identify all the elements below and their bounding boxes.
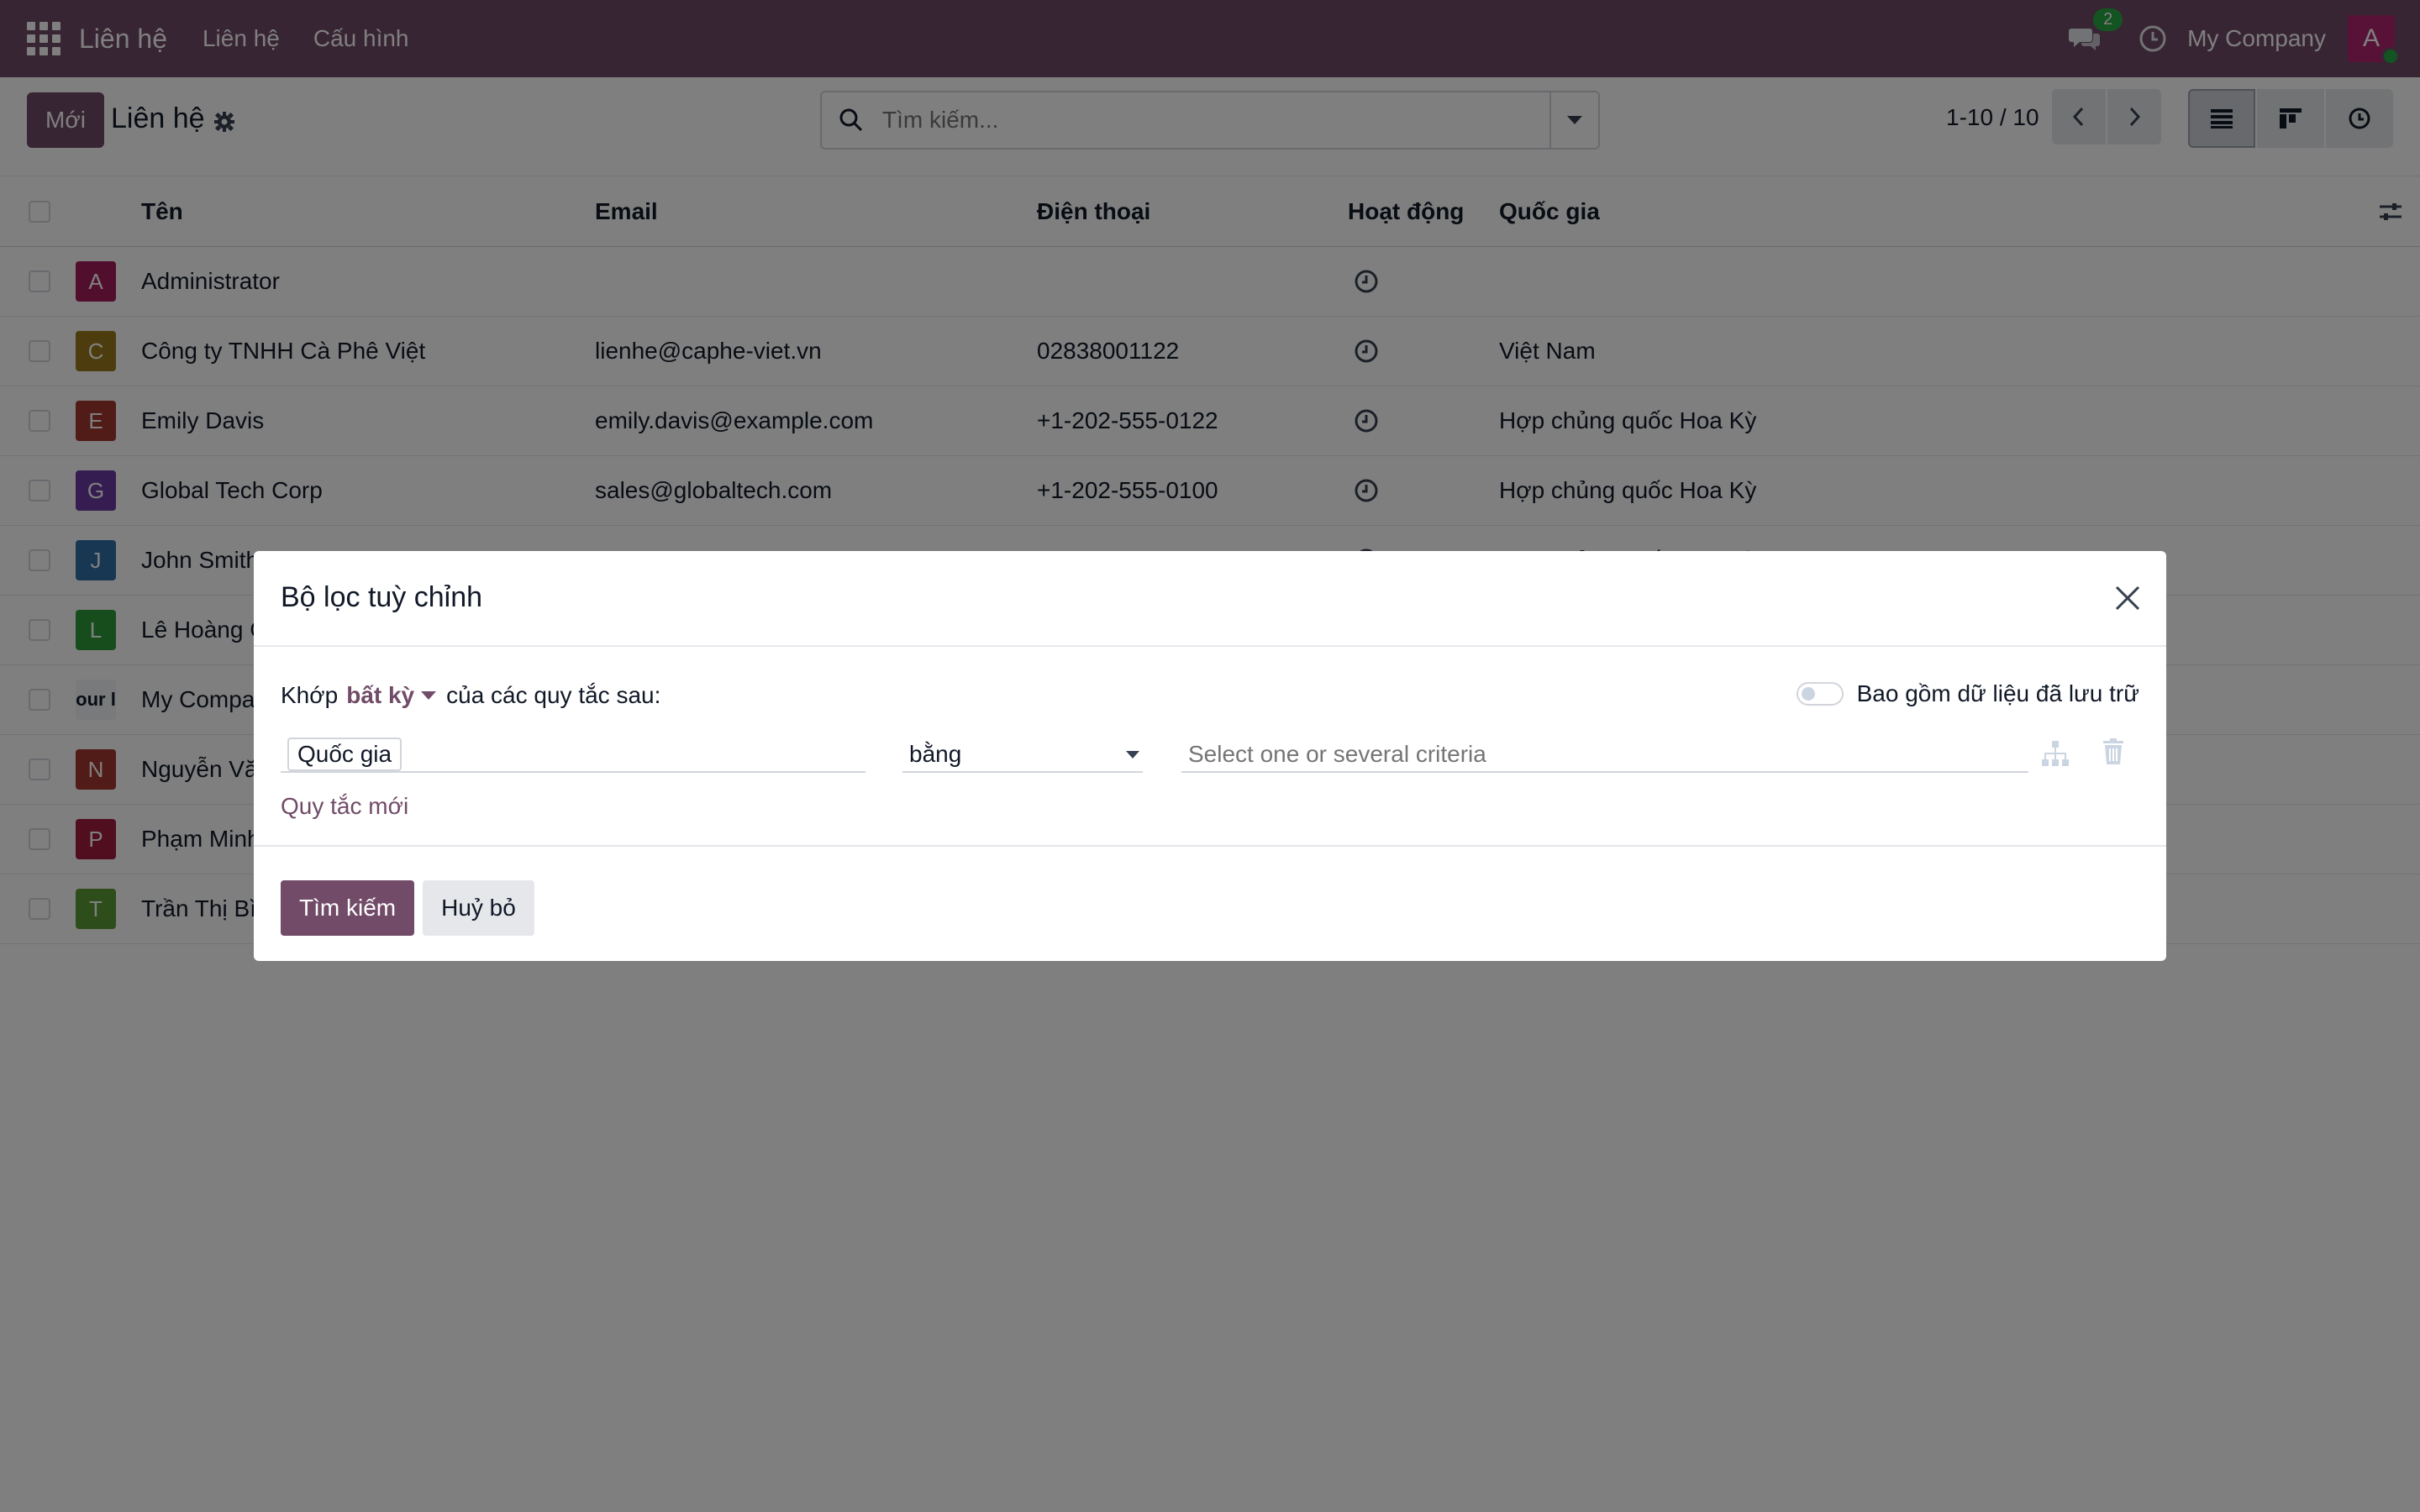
match-line: Khớp bất kỳ của các quy tắc sau: [281, 682, 660, 709]
toggle-knob [1801, 687, 1815, 701]
rule-value-field[interactable] [1181, 736, 2028, 773]
caret-down-icon[interactable] [421, 691, 437, 700]
dialog-header: Bộ lọc tuỳ chỉnh [254, 551, 2166, 647]
custom-filter-dialog: Bộ lọc tuỳ chỉnh Khớp bất kỳ của các quy… [254, 551, 2166, 961]
field-path-tag[interactable]: Quốc gia [287, 738, 402, 771]
dialog-footer: Tìm kiếm Huỷ bỏ [281, 880, 534, 936]
sitemap-icon[interactable] [2040, 739, 2070, 768]
close-icon[interactable] [2112, 583, 2143, 613]
archived-toggle[interactable] [1796, 682, 1844, 706]
caret-down-icon [1126, 751, 1139, 759]
search-button[interactable]: Tìm kiếm [281, 880, 415, 936]
match-mode-select[interactable]: bất kỳ [346, 682, 414, 709]
rule-operator-select[interactable]: bằng [902, 736, 1143, 773]
cancel-button[interactable]: Huỷ bỏ [423, 880, 534, 936]
rule-field-select[interactable]: Quốc gia [281, 736, 865, 773]
new-rule-link[interactable]: Quy tắc mới [281, 793, 408, 820]
dialog-body: Khớp bất kỳ của các quy tắc sau: Bao gồm… [254, 648, 2166, 847]
trash-icon[interactable] [2101, 738, 2126, 766]
match-prefix: Khớp [281, 682, 339, 708]
rule-value-input[interactable] [1181, 736, 2028, 773]
archived-toggle-group: Bao gồm dữ liệu đã lưu trữ [1796, 680, 2139, 707]
operator-value: bằng [909, 741, 962, 767]
match-suffix: của các quy tắc sau: [446, 682, 661, 708]
dialog-title: Bộ lọc tuỳ chỉnh [281, 581, 483, 613]
archived-label: Bao gồm dữ liệu đã lưu trữ [1856, 680, 2139, 706]
